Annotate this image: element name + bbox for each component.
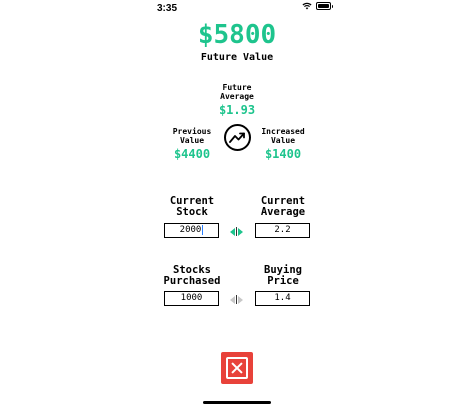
future-average-value: $1.93: [218, 103, 256, 117]
swap-arrows-icon[interactable]: [230, 295, 243, 304]
current-stock-input[interactable]: 2000: [164, 223, 219, 238]
stocks-purchased-input[interactable]: 1000: [164, 291, 219, 306]
buying-price-input[interactable]: 1.4: [255, 291, 310, 306]
current-average-input[interactable]: 2.2: [255, 223, 310, 238]
future-value: $5800: [197, 20, 277, 50]
previous-value: $4400: [173, 147, 211, 161]
home-indicator[interactable]: [203, 401, 271, 404]
stocks-purchased-label: Stocks Purchased: [163, 264, 221, 287]
battery-icon: [316, 2, 333, 10]
status-time: 3:35: [157, 3, 178, 14]
previous-value-label: Previous Value: [172, 127, 212, 145]
wifi-icon: [302, 2, 312, 10]
future-average-label: Future Average: [220, 83, 254, 101]
future-value-label: Future Value: [200, 52, 274, 63]
buying-price-label: Buying Price: [264, 264, 302, 287]
increased-value: $1400: [264, 147, 302, 161]
current-average-label: Current Average: [260, 195, 306, 218]
buying-price-value: 1.4: [274, 293, 291, 303]
close-icon: [226, 357, 248, 379]
swap-arrows-icon[interactable]: [230, 227, 243, 236]
close-button[interactable]: [221, 352, 253, 384]
text-cursor: [202, 224, 204, 235]
increased-value-label: Increased Value: [261, 127, 305, 145]
status-icons: [302, 2, 333, 10]
trending-up-icon: [224, 124, 251, 151]
current-stock-value: 2000: [179, 225, 202, 235]
current-average-value: 2.2: [274, 225, 291, 235]
stocks-purchased-value: 1000: [180, 293, 203, 303]
current-stock-label: Current Stock: [169, 195, 215, 218]
